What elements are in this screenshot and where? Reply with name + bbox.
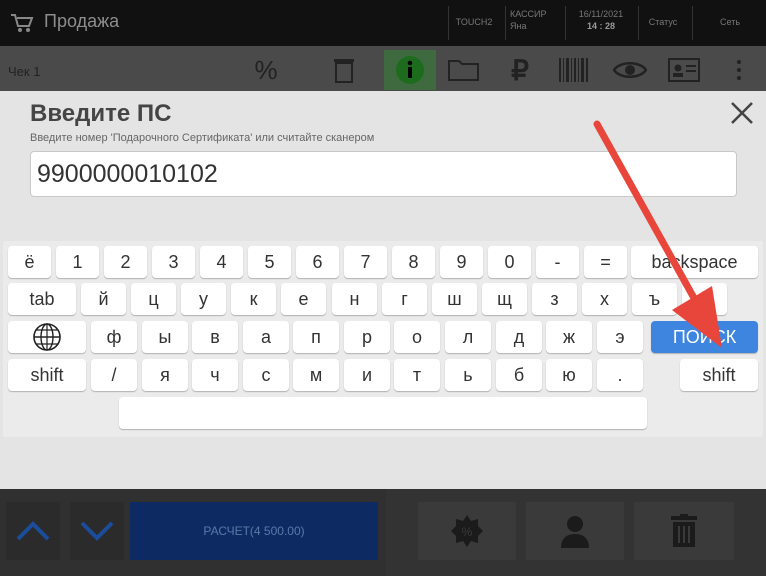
gift-certificate-dialog: Введите ПС Введите номер 'Подарочного Се… xyxy=(0,91,766,489)
key-ф[interactable]: ф xyxy=(91,321,137,353)
barcode-icon xyxy=(548,50,600,90)
key-м[interactable]: м xyxy=(293,359,339,391)
svg-text:%: % xyxy=(462,525,473,539)
key-п[interactable]: п xyxy=(293,321,339,353)
check-label: Чек 1 xyxy=(8,64,41,79)
shift-left-key[interactable]: shift xyxy=(8,359,86,391)
trash-icon xyxy=(318,50,370,90)
tab-key[interactable]: tab xyxy=(8,283,76,315)
ruble-icon: ₽ xyxy=(511,54,529,86)
key-й[interactable]: й xyxy=(81,283,126,315)
key-2[interactable]: 2 xyxy=(104,246,147,278)
on-screen-keyboard: ё 1 2 3 4 5 6 7 8 9 0- = backspace tab й ц у к е н г ш щ з х ъ \ ф ы… xyxy=(3,241,763,437)
close-icon[interactable] xyxy=(728,99,756,127)
key-period[interactable]: . xyxy=(597,359,643,391)
key-backslash[interactable]: \ xyxy=(682,283,727,315)
key-т[interactable]: т xyxy=(394,359,440,391)
key-б[interactable]: б xyxy=(496,359,542,391)
key-л[interactable]: л xyxy=(445,321,491,353)
dialog-subtitle: Введите номер 'Подарочного Сертификата' … xyxy=(30,132,375,144)
key-ъ[interactable]: ъ xyxy=(632,283,677,315)
key-8[interactable]: 8 xyxy=(392,246,435,278)
pay-button: РАСЧЕТ(4 500.00) xyxy=(130,502,378,560)
eye-icon xyxy=(604,50,656,90)
key-а[interactable]: а xyxy=(243,321,289,353)
key-5[interactable]: 5 xyxy=(248,246,291,278)
key-и[interactable]: и xyxy=(344,359,390,391)
key-ж[interactable]: ж xyxy=(546,321,592,353)
folder-icon xyxy=(438,50,490,90)
toolbar: Чек 1 % ₽ xyxy=(0,46,766,94)
key-з[interactable]: з xyxy=(532,283,577,315)
key-equals[interactable]: = xyxy=(584,246,627,278)
more-icon xyxy=(714,50,764,90)
key-х[interactable]: х xyxy=(582,283,627,315)
key-ь[interactable]: ь xyxy=(445,359,491,391)
space-key[interactable] xyxy=(119,397,647,429)
top-bar: Продажа TOUCH2 КАССИР Яна 16/11/2021 14 … xyxy=(0,0,766,46)
date-text: 16/11/2021 xyxy=(578,9,624,19)
key-0[interactable]: 0 xyxy=(488,246,531,278)
key-minus[interactable]: - xyxy=(536,246,579,278)
key-ё[interactable]: ё xyxy=(8,246,51,278)
key-1[interactable]: 1 xyxy=(56,246,99,278)
info-icon xyxy=(384,50,436,90)
network-label: Сеть xyxy=(719,17,741,27)
key-е[interactable]: е xyxy=(281,283,326,315)
key-ц[interactable]: ц xyxy=(131,283,176,315)
key-н[interactable]: н xyxy=(332,283,377,315)
key-э[interactable]: э xyxy=(597,321,643,353)
key-г[interactable]: г xyxy=(382,283,427,315)
key-6[interactable]: 6 xyxy=(296,246,339,278)
key-9[interactable]: 9 xyxy=(440,246,483,278)
key-к[interactable]: к xyxy=(231,283,276,315)
dialog-title: Введите ПС xyxy=(30,100,172,127)
discount-badge-icon: % xyxy=(418,502,516,560)
status-label: Статус xyxy=(648,17,678,27)
key-7[interactable]: 7 xyxy=(344,246,387,278)
time-text: 14 : 28 xyxy=(586,21,616,31)
key-о[interactable]: о xyxy=(394,321,440,353)
key-у[interactable]: у xyxy=(181,283,226,315)
key-ч[interactable]: ч xyxy=(192,359,238,391)
key-ы[interactable]: ы xyxy=(142,321,188,353)
key-3[interactable]: 3 xyxy=(152,246,195,278)
chevron-up-icon xyxy=(6,502,60,560)
key-я[interactable]: я xyxy=(142,359,188,391)
bottom-bar: РАСЧЕТ(4 500.00) % xyxy=(0,488,766,576)
id-card-icon xyxy=(658,50,710,90)
key-с[interactable]: с xyxy=(243,359,289,391)
shift-right-key[interactable]: shift xyxy=(680,359,758,391)
key-ш[interactable]: ш xyxy=(432,283,477,315)
key-р[interactable]: р xyxy=(344,321,390,353)
search-button[interactable]: ПОИСК xyxy=(651,321,758,353)
certificate-number-input[interactable] xyxy=(30,151,737,197)
backspace-key[interactable]: backspace xyxy=(631,246,758,278)
cashier-label: КАССИР xyxy=(510,9,547,19)
key-в[interactable]: в xyxy=(192,321,238,353)
key-4[interactable]: 4 xyxy=(200,246,243,278)
cashier-name: Яна xyxy=(510,21,527,31)
terminal-name: TOUCH2 xyxy=(455,17,493,27)
key-ю[interactable]: ю xyxy=(546,359,592,391)
key-slash[interactable]: / xyxy=(91,359,137,391)
cart-icon xyxy=(11,14,34,32)
user-icon xyxy=(526,502,624,560)
chevron-down-icon xyxy=(70,502,124,560)
screen-title: Продажа xyxy=(44,11,120,31)
key-д[interactable]: д xyxy=(496,321,542,353)
percent-icon: % xyxy=(254,54,278,85)
delete-icon xyxy=(634,502,734,560)
key-щ[interactable]: щ xyxy=(482,283,527,315)
language-globe-icon[interactable] xyxy=(8,321,86,353)
